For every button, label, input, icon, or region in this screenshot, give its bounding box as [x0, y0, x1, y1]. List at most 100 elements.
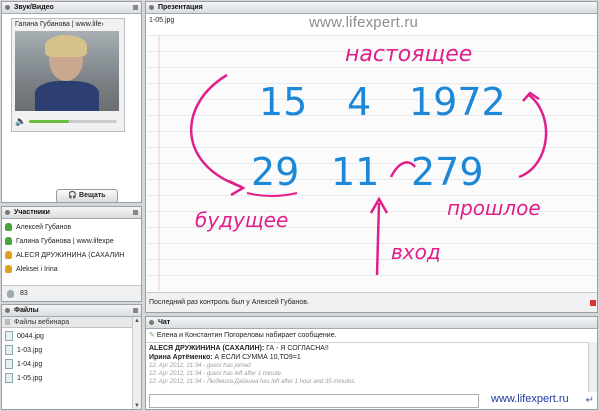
video-tile: Галина Губанова | www.life› 🔈	[11, 18, 125, 132]
presentation-panel: Презентация 1-05.jpg www.lifexpert.ru на…	[145, 1, 598, 313]
participants-title: Участники	[14, 209, 50, 216]
panel-icon	[5, 5, 10, 10]
label-present: настоящее	[345, 42, 472, 67]
panel-menu-icon[interactable]	[133, 308, 138, 313]
files-header: Файлы	[2, 305, 141, 317]
video-panel-title: Звук/Видео	[14, 4, 54, 11]
chat-header: Чат	[146, 317, 597, 329]
chat-message: ALECЯ ДРУЖИНИНА (САХАЛИН): ГА - Я СОГЛАС…	[149, 345, 329, 352]
typing-text: Елена и Константин Погореловы набирает с…	[156, 332, 337, 339]
participant-row[interactable]: Галина Губанова | www.lifexpe	[5, 235, 114, 248]
volume-slider[interactable]	[29, 120, 117, 123]
user-icon	[5, 223, 12, 232]
scroll-up-icon[interactable]: ▲	[133, 317, 141, 325]
file-row[interactable]: 1-04.jpg	[5, 358, 42, 371]
file-row[interactable]: 1-05.jpg	[5, 372, 42, 385]
headset-icon: 🎧	[68, 192, 80, 199]
image-file-icon	[5, 373, 13, 384]
volume-fill	[29, 120, 69, 123]
message-text: А ЕСЛИ СУММА 10,ТО9=1	[212, 354, 301, 361]
video-panel-header: Звук/Видео	[2, 2, 141, 14]
video-panel: Звук/Видео Галина Губанова | www.life› 🔈…	[1, 1, 142, 203]
chat-messages: ALECЯ ДРУЖИНИНА (САХАЛИН): ГА - Я СОГЛАС…	[146, 342, 590, 393]
image-file-icon	[5, 359, 13, 370]
participant-row[interactable]: ALECЯ ДРУЖИНИНА (САХАЛИН	[5, 249, 124, 262]
person-hair	[45, 35, 87, 57]
participants-header: Участники	[2, 207, 141, 219]
file-row[interactable]: 1-03.jpg	[5, 344, 42, 357]
user-icon	[5, 265, 12, 274]
user-icon	[5, 251, 12, 260]
panel-menu-icon[interactable]	[133, 5, 138, 10]
control-status-text: Последний раз контроль был у Алексей Губ…	[149, 299, 309, 306]
users-icon	[7, 290, 14, 298]
file-column-icon	[5, 319, 10, 325]
files-panel: Файлы Файлы вебинара 0044.jpg 1-03.jpg 1…	[1, 304, 142, 410]
participant-row[interactable]: Алексей Губанов	[5, 221, 71, 234]
panel-icon	[149, 320, 154, 325]
pencil-icon: ✎	[149, 332, 157, 339]
files-scrollbar[interactable]: ▲ ▼	[132, 317, 141, 409]
file-name: 1-04.jpg	[17, 361, 43, 368]
presentation-status-bar: Последний раз контроль был у Алексей Губ…	[146, 292, 597, 312]
message-author: Ирина Артёменко:	[149, 354, 213, 361]
label-past: прошлое	[447, 196, 541, 220]
label-future: будущее	[195, 208, 288, 232]
number-279: 279	[411, 150, 484, 194]
file-name: 1-03.jpg	[17, 347, 43, 354]
system-text: 12. Apr 2012, 21:34 - guest has joined	[149, 363, 251, 369]
message-text: ГА - Я СОГЛАСНА!!	[264, 345, 329, 352]
panel-icon	[5, 308, 10, 313]
whiteboard-drawing: настоящее 15 4 1972 29 11 279 будущее пр…	[158, 35, 548, 291]
chat-input[interactable]	[149, 394, 479, 408]
send-icon[interactable]: ↵	[586, 395, 594, 407]
broadcast-button[interactable]: 🎧 Вещать	[56, 189, 118, 202]
files-column-label: Файлы вебинара	[14, 319, 70, 326]
user-icon	[5, 237, 12, 246]
presentation-title: Презентация	[158, 4, 203, 11]
chat-system-message: 12. Apr 2012, 21:34 - guest has left aft…	[149, 371, 283, 377]
system-text: 12. Apr 2012, 21:34 - Людмила Дайкина ha…	[149, 379, 357, 385]
presentation-watermark: www.lifexpert.ru	[309, 14, 419, 31]
message-author: ALECЯ ДРУЖИНИНА (САХАЛИН):	[149, 345, 265, 352]
participant-name: Алексей Губанов	[16, 224, 72, 231]
chat-scrollbar[interactable]	[588, 342, 597, 392]
file-name: 1-05.jpg	[17, 375, 43, 382]
chat-title: Чат	[158, 319, 171, 326]
speaker-icon[interactable]: 🔈	[15, 116, 26, 126]
panel-icon	[149, 5, 154, 10]
file-row[interactable]: 0044.jpg	[5, 330, 44, 343]
whiteboard-slide: настоящее 15 4 1972 29 11 279 будущее пр…	[147, 35, 597, 291]
arrow-future	[190, 73, 243, 189]
number-15: 15	[259, 80, 307, 124]
broadcast-label: Вещать	[79, 192, 106, 199]
panel-menu-icon[interactable]	[133, 210, 138, 215]
webcam-video	[15, 31, 119, 111]
label-entry: вход	[391, 240, 441, 264]
arrowhead-future	[228, 179, 246, 197]
status-indicator	[590, 300, 596, 306]
number-11: 11	[331, 150, 379, 194]
number-1972: 1972	[409, 80, 506, 124]
chat-watermark: www.lifexpert.ru	[491, 393, 569, 405]
participant-name: Aleksei i Irina	[16, 266, 58, 273]
typing-indicator: ✎ Елена и Константин Погореловы набирает…	[149, 331, 337, 339]
image-file-icon	[5, 331, 13, 342]
chat-system-message: 12. Apr 2012, 21:34 - guest has joined	[149, 363, 251, 369]
scroll-down-icon[interactable]: ▼	[133, 402, 141, 409]
file-name: 0044.jpg	[17, 333, 44, 340]
files-column-header[interactable]: Файлы вебинара	[2, 317, 134, 328]
current-file-name: 1-05.jpg	[149, 17, 175, 24]
participant-row[interactable]: Aleksei i Irina	[5, 263, 58, 276]
chat-message: Ирина Артёменко: А ЕСЛИ СУММА 10,ТО9=1	[149, 354, 301, 361]
presentation-header: Презентация	[146, 2, 597, 14]
files-title: Файлы	[14, 307, 39, 314]
participants-panel: Участники Алексей Губанов Галина Губанов…	[1, 206, 142, 302]
speaker-name: Галина Губанова | www.life›	[15, 21, 104, 28]
participant-count: 83	[20, 290, 28, 297]
panel-icon	[5, 210, 10, 215]
participants-footer: 83	[2, 285, 141, 301]
number-4: 4	[347, 80, 371, 124]
participant-name: Галина Губанова | www.lifexpe	[16, 238, 114, 245]
arrow-past-loop	[518, 94, 548, 179]
